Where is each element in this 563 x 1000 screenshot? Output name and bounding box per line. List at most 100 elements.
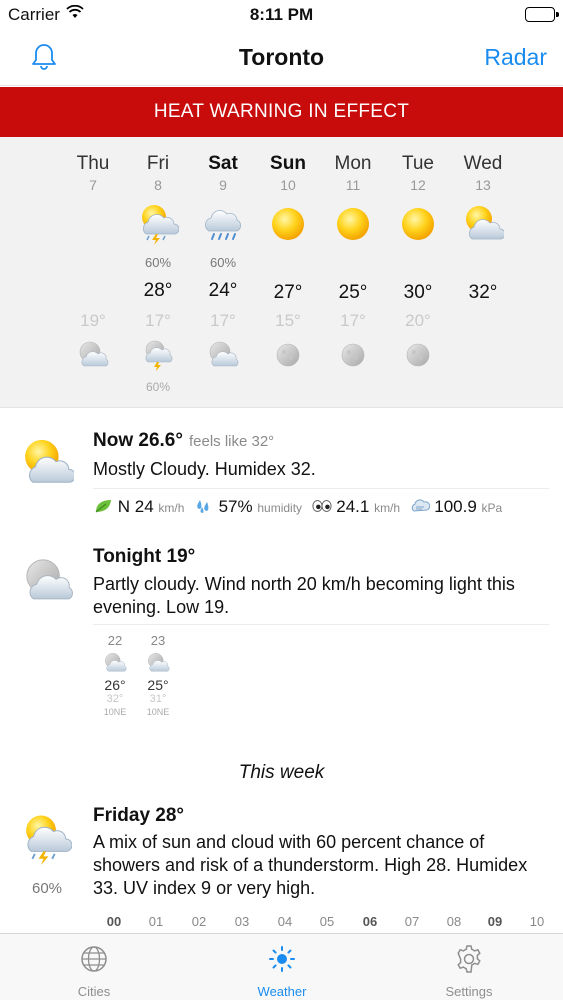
forecast-day-2[interactable]: Sat 9 60% 24° 17° (191, 137, 255, 408)
forecast-day-5[interactable]: Tue 12 30° 20° (386, 137, 450, 408)
night-partly-cloudy-icon (207, 339, 239, 371)
page-title: Toronto (238, 44, 325, 70)
forecast-day-6[interactable]: Wed 13 32° (451, 137, 515, 408)
tonight-title: Tonight 19° (93, 546, 196, 567)
globe-icon (81, 946, 107, 972)
visibility-value: 24.1 (336, 497, 370, 516)
night-partly-cloudy-icon (77, 339, 109, 371)
now-line: Now 26.6° feels like 32° (93, 430, 274, 452)
night-partly-cloudy-icon (101, 651, 129, 675)
day-low: 15° (275, 311, 301, 330)
tab-bar: Cities Weather Settings (0, 933, 563, 1000)
day-high: 28° (143, 280, 173, 301)
night-partly-cloudy-icon (22, 555, 74, 607)
heat-warning-banner[interactable]: HEAT WARNING IN EFFECT (0, 87, 563, 137)
humidity-value: 57% (218, 497, 253, 516)
sun-icon (397, 203, 439, 245)
moon-icon (272, 339, 304, 371)
day-low: 17° (210, 311, 236, 330)
feels-like: feels like 32° (188, 433, 275, 450)
hourly-item: 23 25° 31° 10NE (136, 633, 180, 717)
forecast-day-0[interactable]: Thu 7 19° (61, 137, 125, 408)
status-bar: Carrier 8:11 PM (0, 0, 563, 30)
day-high: 30° (403, 282, 433, 303)
sun-tab-icon (269, 946, 295, 972)
sun-cloud-icon (462, 203, 504, 245)
hour-label: 08 (446, 914, 462, 929)
nav-bar: Toronto Radar (0, 30, 563, 86)
hour-label: 02 (191, 914, 207, 929)
day-date: 11 (345, 177, 361, 193)
night-thunder-icon (142, 339, 174, 371)
hour-label: 04 (277, 914, 293, 929)
day-name: Thu (76, 153, 110, 174)
sun-cloud-thunder-icon (20, 809, 72, 869)
pressure-value: 100.9 (434, 497, 477, 516)
tab-label: Weather (257, 984, 307, 999)
now-summary: Mostly Cloudy. Humidex 32. (93, 459, 316, 479)
gear-icon (457, 945, 481, 973)
friday-title: Friday 28° (93, 805, 185, 826)
day-pop: 60% (209, 255, 237, 270)
friday-forecast[interactable]: 60% Friday 28° A mix of sun and cloud wi… (0, 795, 563, 935)
sun-icon (267, 203, 309, 245)
day-low: 17° (145, 311, 171, 330)
night-partly-cloudy-icon (144, 651, 172, 675)
divider (93, 488, 549, 489)
humidity-unit: humidity (257, 501, 303, 515)
forecast-day-1[interactable]: Fri 8 60% 28° 17° 60% (126, 137, 190, 408)
day-date: 13 (475, 177, 491, 193)
pressure-unit: kPa (481, 501, 503, 515)
friday-description: A mix of sun and cloud with 60 percent c… (93, 832, 528, 898)
visibility-unit: km/h (374, 501, 401, 515)
forecast-day-4[interactable]: Mon 11 25° 17° (321, 137, 385, 408)
hour-label: 06 (362, 914, 378, 929)
day-name: Wed (463, 153, 503, 174)
hour-label: 23 (150, 633, 166, 648)
status-time: 8:11 PM (249, 5, 314, 24)
day-low: 20° (405, 311, 431, 330)
current-conditions[interactable]: Now 26.6° feels like 32° Mostly Cloudy. H… (0, 408, 563, 538)
day-name: Tue (401, 153, 435, 174)
hour-wind: 10NE (146, 707, 170, 717)
humidity-drops-icon (197, 500, 209, 513)
hourly-item: 22 26° 32° 10NE (93, 633, 137, 717)
forecast-day-3[interactable]: Sun 10 27° 15° (256, 137, 320, 408)
hour-label: 00 (106, 914, 122, 929)
tonight-description: Partly cloudy. Wind north 20 km/h becomi… (93, 574, 515, 617)
day-date: 8 (154, 177, 162, 193)
day-pop: 60% (144, 255, 172, 270)
moon-icon (337, 339, 369, 371)
hour-wind: 10NE (103, 707, 127, 717)
wind-leaf-icon (95, 500, 111, 513)
day-low: 19° (80, 311, 106, 330)
wind-value: N 24 (117, 497, 154, 516)
day-name: Fri (146, 153, 170, 174)
day-date: 10 (280, 177, 296, 193)
hour-label: 07 (404, 914, 420, 929)
hour-label: 03 (234, 914, 250, 929)
moon-icon (402, 339, 434, 371)
day-date: 7 (89, 177, 97, 193)
day-low: 17° (340, 311, 366, 330)
visibility-eyes-icon (311, 500, 332, 512)
radar-button[interactable]: Radar (484, 44, 547, 71)
tab-label: Settings (445, 984, 493, 999)
battery-icon (525, 7, 559, 22)
hour-feels: 31° (149, 693, 167, 705)
tab-cities[interactable]: Cities (0, 934, 188, 1000)
mostly-cloudy-icon (20, 436, 74, 490)
tab-weather[interactable]: Weather (188, 934, 376, 1000)
tab-settings[interactable]: Settings (375, 934, 563, 1000)
tonight-forecast[interactable]: Tonight 19° Partly cloudy. Wind north 20… (0, 538, 563, 738)
hour-label: 09 (487, 914, 503, 929)
cloud-rain-icon (202, 203, 244, 245)
sun-icon (332, 203, 374, 245)
day-name: Mon (334, 153, 372, 174)
tab-label: Cities (77, 984, 111, 999)
day-high: 32° (468, 282, 498, 303)
hour-label: 05 (319, 914, 335, 929)
day-high: 25° (338, 282, 368, 303)
wind-unit: km/h (158, 501, 185, 515)
seven-day-forecast: Thu 7 19° Fri 8 60% 28° 17° 60% Sat 9 60… (0, 137, 563, 408)
